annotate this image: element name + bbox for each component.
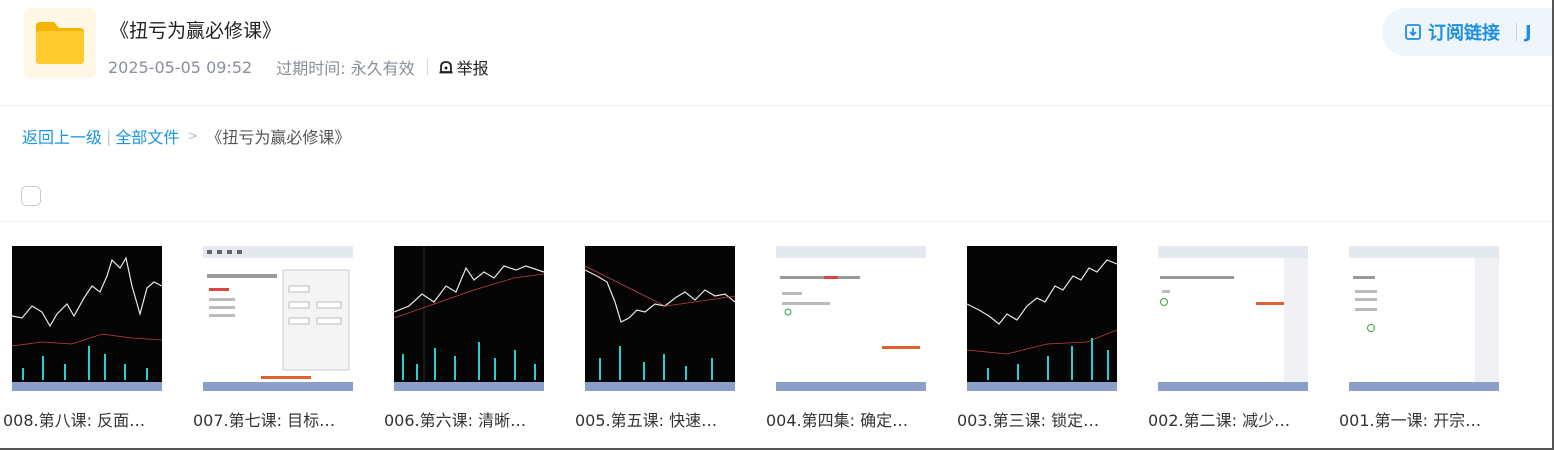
folder-icon	[24, 8, 96, 78]
file-item[interactable]: 006.第六课: 清晰…	[384, 244, 564, 434]
file-item[interactable]: 005.第五课: 快速…	[575, 244, 755, 434]
file-item[interactable]: 008.第八课: 反面…	[3, 244, 183, 434]
file-name: 002.第二课: 减少…	[1148, 411, 1291, 430]
file-name: 008.第八课: 反面…	[3, 411, 146, 430]
file-item[interactable]: 001.第一课: 开宗…	[1339, 244, 1519, 434]
subscribe-icon	[1405, 24, 1421, 40]
alarm-icon	[439, 61, 453, 74]
file-item[interactable]: 007.第七课: 目标…	[193, 244, 373, 434]
file-item[interactable]: 003.第三课: 锁定…	[957, 244, 1137, 434]
video-thumbnail	[776, 246, 926, 391]
folder-date: 2025-05-05 09:52	[108, 57, 253, 77]
breadcrumb: 返回上一级 | 全部文件 > 《扭亏为赢必修课》	[22, 124, 350, 148]
report-button[interactable]: 举报	[438, 55, 489, 79]
video-thumbnail	[1158, 246, 1308, 391]
breadcrumb-arrow: >	[187, 128, 199, 144]
file-name: 007.第七课: 目标…	[193, 411, 336, 430]
video-thumbnail	[585, 246, 735, 391]
file-name: 003.第三课: 锁定…	[957, 411, 1100, 430]
back-link[interactable]: 返回上一级	[22, 124, 102, 148]
folder-title: 《扭亏为赢必修课》	[110, 20, 282, 42]
folder-meta: 2025-05-05 09:52 过期时间: 永久有效 举报	[108, 55, 489, 79]
all-files-link[interactable]: 全部文件	[115, 124, 179, 148]
breadcrumb-current: 《扭亏为赢必修课》	[206, 128, 351, 147]
subscribe-divider	[1516, 23, 1517, 41]
list-divider	[0, 221, 1554, 222]
video-thumbnail	[1349, 246, 1499, 391]
breadcrumb-pipe: |	[106, 126, 112, 146]
subscribe-button[interactable]: 订阅链接 J	[1382, 8, 1554, 56]
folder-expire: 过期时间: 永久有效	[276, 59, 415, 78]
file-item[interactable]: 002.第二课: 减少…	[1148, 244, 1328, 434]
video-thumbnail	[967, 246, 1117, 391]
video-thumbnail	[203, 246, 353, 391]
more-action-icon[interactable]: J	[1525, 22, 1532, 43]
folder-header: 《扭亏为赢必修课》 2025-05-05 09:52 过期时间: 永久有效 举报	[0, 0, 1554, 106]
meta-divider	[426, 59, 428, 75]
file-grid: 008.第八课: 反面… 007.第七课: 目标… 006.第六课: 清晰… 0…	[0, 244, 1554, 434]
file-name: 005.第五课: 快速…	[575, 411, 718, 430]
file-name: 004.第四集: 确定…	[766, 411, 909, 430]
file-name: 006.第六课: 清晰…	[384, 411, 527, 430]
file-name: 001.第一课: 开宗…	[1339, 411, 1482, 430]
report-label: 举报	[456, 59, 489, 78]
video-thumbnail	[394, 246, 544, 391]
select-all-checkbox[interactable]	[21, 186, 41, 206]
subscribe-label: 订阅链接	[1428, 23, 1500, 44]
file-item[interactable]: 004.第四集: 确定…	[766, 244, 946, 434]
video-thumbnail	[12, 246, 162, 391]
